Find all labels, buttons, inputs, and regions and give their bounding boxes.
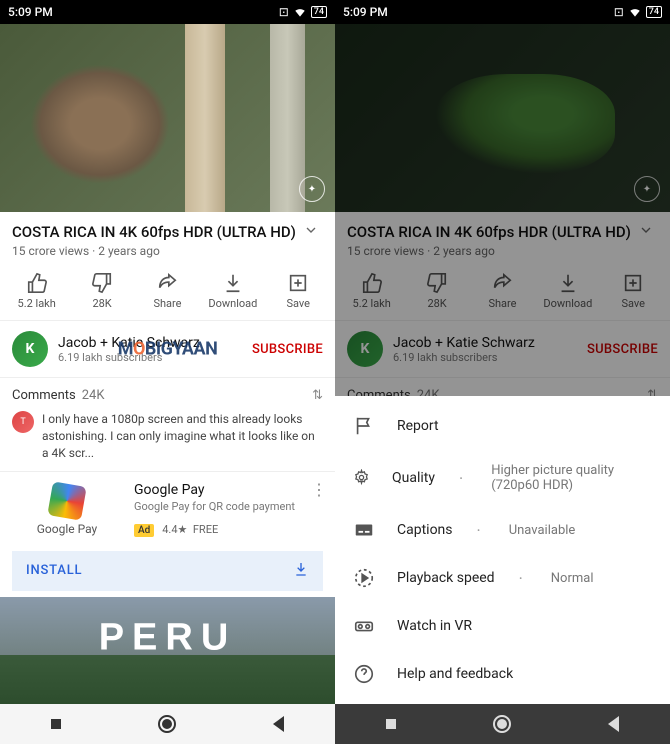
next-video-thumbnail[interactable]: PERU xyxy=(0,597,335,715)
status-time: 5:09 PM xyxy=(343,5,388,19)
video-title-row[interactable]: COSTA RICA IN 4K 60fps HDR (ULTRA HD) xyxy=(0,212,335,244)
rotate-lock-icon: ⊡ xyxy=(614,5,624,19)
comments-count: 24K xyxy=(82,388,105,403)
captions-icon xyxy=(353,519,375,541)
sheet-quality[interactable]: Quality · Higher picture quality (720p60… xyxy=(335,450,670,506)
nav-bar xyxy=(0,704,335,744)
sheet-report[interactable]: Report xyxy=(335,402,670,450)
ad-title: Google Pay xyxy=(134,482,323,498)
sheet-captions[interactable]: Captions · Unavailable xyxy=(335,506,670,554)
download-icon xyxy=(222,272,244,294)
ad-rating: 4.4★ FREE xyxy=(162,523,218,536)
recents-button[interactable] xyxy=(379,712,403,736)
comments-label: Comments xyxy=(12,388,76,403)
comments-header[interactable]: Comments 24K ⇅ xyxy=(0,378,335,407)
share-button[interactable]: Share xyxy=(139,272,195,310)
wifi-icon xyxy=(293,5,307,19)
watermark: MOBIGYAAN xyxy=(118,339,218,360)
download-button[interactable]: Download xyxy=(540,272,596,310)
share-icon xyxy=(491,272,513,294)
speed-value: Normal xyxy=(551,571,594,586)
channel-name: Jacob + Katie Schwarz xyxy=(393,335,587,351)
subscribe-button[interactable]: SUBSCRIBE xyxy=(587,342,658,357)
ad-logo: Google Pay xyxy=(12,482,122,536)
quality-value: Higher picture quality (720p60 HDR) xyxy=(491,463,652,493)
save-button[interactable]: Save xyxy=(605,272,661,310)
save-icon xyxy=(287,272,309,294)
save-icon xyxy=(622,272,644,294)
screen-left: 5:09 PM ⊡ 74 ✦ COSTA RICA IN 4K 60fps HD… xyxy=(0,0,335,744)
recents-button[interactable] xyxy=(44,712,68,736)
install-download-icon xyxy=(293,561,309,581)
google-pay-icon xyxy=(47,481,86,520)
like-button[interactable]: 5.2 lakh xyxy=(9,272,65,310)
status-bar: 5:09 PM ⊡ 74 xyxy=(0,0,335,24)
ad-card[interactable]: Google Pay Google Pay Google Pay for QR … xyxy=(0,472,335,546)
channel-subscribers: 6.19 lakh subscribers xyxy=(393,351,587,364)
ad-badge: Ad xyxy=(134,524,154,537)
video-player[interactable]: ✦ xyxy=(0,24,335,212)
share-icon xyxy=(156,272,178,294)
channel-avatar[interactable]: K xyxy=(12,331,48,367)
install-button[interactable]: INSTALL xyxy=(12,551,323,591)
video-title: COSTA RICA IN 4K 60fps HDR (ULTRA HD) xyxy=(347,223,634,241)
download-icon xyxy=(557,272,579,294)
thumbs-up-icon xyxy=(361,272,383,294)
action-bar: 5.2 lakh 28K Share Download Save xyxy=(335,266,670,321)
save-button[interactable]: Save xyxy=(270,272,326,310)
wifi-icon xyxy=(628,5,642,19)
settings-sheet: Report Quality · Higher picture quality … xyxy=(335,396,670,704)
thumbs-down-icon xyxy=(91,272,113,294)
video-meta: 15 crore views · 2 years ago xyxy=(335,244,670,266)
screen-right: 5:09 PM ⊡ 74 ✦ COSTA RICA IN 4K 60fps HD… xyxy=(335,0,670,744)
help-icon xyxy=(353,663,375,685)
channel-avatar[interactable]: K xyxy=(347,331,383,367)
dislike-button[interactable]: 28K xyxy=(409,272,465,310)
sort-icon[interactable]: ⇅ xyxy=(312,388,323,403)
action-bar: 5.2 lakh 28K Share Download Save xyxy=(0,266,335,321)
like-button[interactable]: 5.2 lakh xyxy=(344,272,400,310)
next-video-title: PERU xyxy=(99,616,237,659)
top-comment[interactable]: T I only have a 1080p screen and this al… xyxy=(0,407,335,472)
status-time: 5:09 PM xyxy=(8,5,53,19)
video-meta: 15 crore views · 2 years ago xyxy=(0,244,335,266)
gear-icon xyxy=(353,469,370,486)
battery-icon: 74 xyxy=(646,6,662,18)
video-title-row[interactable]: COSTA RICA IN 4K 60fps HDR (ULTRA HD) xyxy=(335,212,670,244)
comment-text: I only have a 1080p screen and this alre… xyxy=(42,411,323,461)
video-title: COSTA RICA IN 4K 60fps HDR (ULTRA HD) xyxy=(12,223,299,241)
channel-row[interactable]: K Jacob + Katie Schwarz 6.19 lakh subscr… xyxy=(0,321,335,378)
channel-badge-icon: ✦ xyxy=(634,176,660,202)
ad-description: Google Pay for QR code payment xyxy=(134,500,323,514)
commenter-avatar: T xyxy=(12,411,34,433)
battery-icon: 74 xyxy=(311,6,327,18)
share-button[interactable]: Share xyxy=(474,272,530,310)
play-circle-icon xyxy=(353,567,375,589)
sheet-vr[interactable]: Watch in VR xyxy=(335,602,670,650)
chevron-down-icon[interactable] xyxy=(634,222,658,242)
channel-badge-icon: ✦ xyxy=(299,176,325,202)
rotate-lock-icon: ⊡ xyxy=(279,5,289,19)
subscribe-button[interactable]: SUBSCRIBE xyxy=(252,342,323,357)
thumbs-down-icon xyxy=(426,272,448,294)
nav-bar xyxy=(335,704,670,744)
back-button[interactable] xyxy=(602,712,626,736)
sheet-speed[interactable]: Playback speed · Normal xyxy=(335,554,670,602)
flag-icon xyxy=(353,415,375,437)
status-bar: 5:09 PM ⊡ 74 xyxy=(335,0,670,24)
dislike-button[interactable]: 28K xyxy=(74,272,130,310)
sheet-help[interactable]: Help and feedback xyxy=(335,650,670,698)
channel-row[interactable]: K Jacob + Katie Schwarz 6.19 lakh subscr… xyxy=(335,321,670,378)
chevron-down-icon[interactable] xyxy=(299,222,323,242)
back-button[interactable] xyxy=(267,712,291,736)
download-button[interactable]: Download xyxy=(205,272,261,310)
captions-value: Unavailable xyxy=(509,523,576,538)
home-button[interactable] xyxy=(155,712,179,736)
video-player[interactable]: ✦ xyxy=(335,24,670,212)
home-button[interactable] xyxy=(490,712,514,736)
thumbs-up-icon xyxy=(26,272,48,294)
vr-icon xyxy=(353,615,375,637)
ad-more-icon[interactable]: ⋮ xyxy=(311,480,327,499)
